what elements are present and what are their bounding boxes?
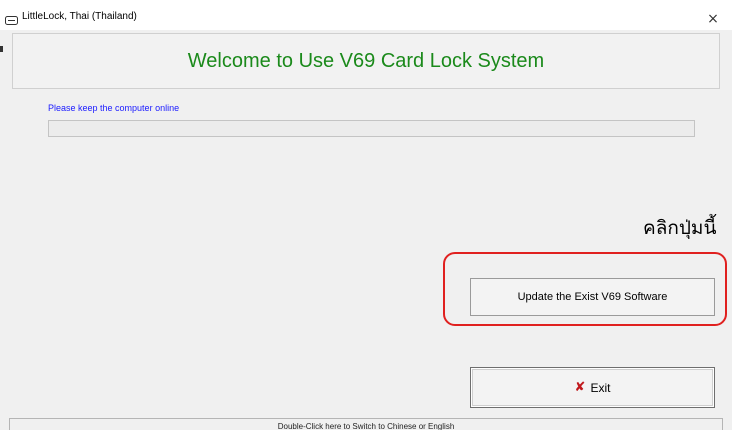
title-bar[interactable]: LittleLock, Thai (Thailand) × <box>0 0 732 30</box>
update-software-button[interactable]: Update the Exist V69 Software <box>470 278 715 316</box>
page-title: Welcome to Use V69 Card Lock System <box>187 49 545 72</box>
update-button-label: Update the Exist V69 Software <box>517 291 668 303</box>
update-progress-bar <box>48 120 695 137</box>
close-button[interactable]: × <box>700 8 726 30</box>
window-title: LittleLock, Thai (Thailand) <box>22 11 137 22</box>
x-icon: ✘ <box>574 380 586 395</box>
exit-button[interactable]: ✘ Exit <box>470 367 715 408</box>
header-panel: Welcome to Use V69 Card Lock System <box>12 33 720 89</box>
language-switch-status-bar[interactable]: Double-Click here to Switch to Chinese o… <box>9 418 723 430</box>
app-icon <box>5 12 18 25</box>
exit-button-label: Exit <box>590 380 611 395</box>
app-window: LittleLock, Thai (Thailand) × Welcome to… <box>0 0 732 430</box>
window-edge-marker <box>0 46 3 52</box>
status-bar-text: Double-Click here to Switch to Chinese o… <box>277 422 455 430</box>
online-note: Please keep the computer online <box>48 103 180 113</box>
instruction-annotation: คลิกปุ่มนี้ <box>643 217 717 239</box>
close-icon: × <box>707 11 719 27</box>
